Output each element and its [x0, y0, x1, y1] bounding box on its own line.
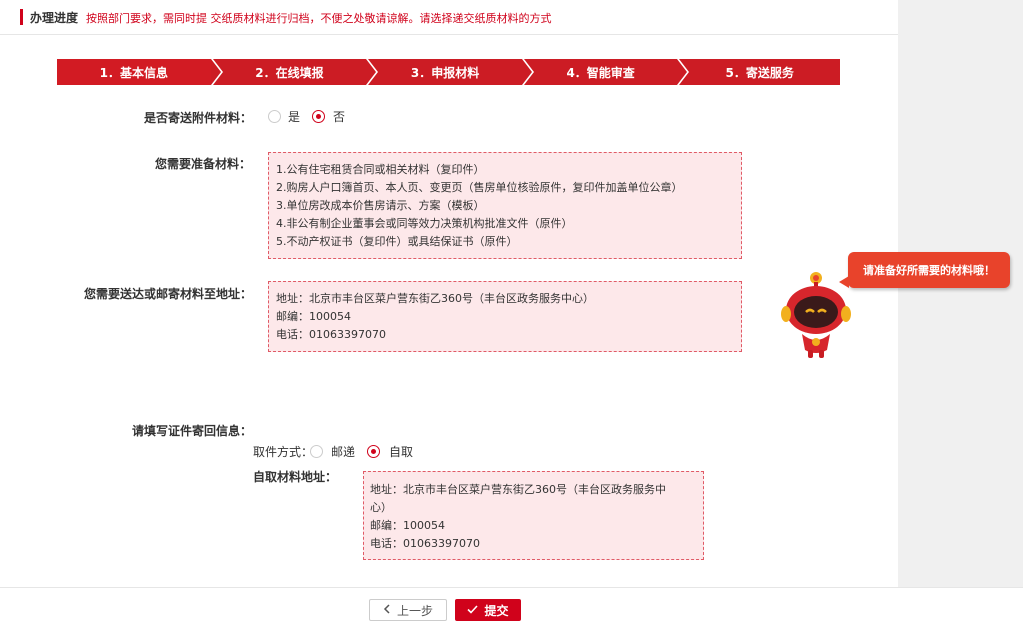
radio-pickup-self-label: 自取	[389, 445, 414, 459]
pickup-postcode-line: 邮编：100054	[370, 519, 445, 532]
step-label: 5．寄送服务	[725, 65, 794, 80]
pickup-address-line: 地址：北京市丰台区菜户营东街乙360号（丰台区政务服务中	[370, 483, 666, 496]
materials-label: 您需要准备材料：	[155, 157, 252, 171]
step-label: 3．申报材料	[410, 65, 480, 80]
material-item: 2.购房人户口簿首页、本人页、变更页（售房单位核验原件，复印件加盖单位公章）	[276, 181, 683, 194]
step-label: 1．基本信息	[99, 65, 168, 80]
self-pickup-address-label: 自取材料地址：	[253, 470, 338, 484]
notice-bar: 办理进度 按照部门要求，需同时提 交纸质材料进行归档，不便之处敬请谅解。请选择递…	[0, 0, 898, 35]
mail-phone-line: 电话：01063397070	[276, 328, 386, 341]
step-basic-info: 1．基本信息	[57, 59, 221, 85]
notice-title: 办理进度	[30, 11, 79, 25]
pickup-address-line-cont: 心）	[370, 501, 392, 514]
pickup-phone-line: 电话：01063397070	[370, 537, 480, 550]
prev-step-label: 上一步	[396, 603, 433, 618]
assistant-bubble-text: 请准备好所需要的材料哦！	[863, 264, 995, 277]
mail-address-box: 地址：北京市丰台区菜户营东街乙360号（丰台区政务服务中心） 邮编：100054…	[268, 281, 742, 352]
material-item: 1.公有住宅租赁合同或相关材料（复印件）	[276, 163, 485, 176]
mail-postcode-line: 邮编：100054	[276, 310, 351, 323]
radio-pickup-mail-label: 邮递	[331, 445, 356, 459]
assistant-speech-bubble: 请准备好所需要的材料哦！	[839, 252, 1010, 288]
step-label: 2．在线填报	[255, 65, 324, 80]
pickup-method-label: 取件方式：	[253, 445, 314, 459]
check-icon	[467, 603, 479, 617]
notice-message: 按照部门要求，需同时提 交纸质材料进行归档，不便之处敬请谅解。请选择递交纸质材料…	[86, 12, 552, 25]
radio-send-yes[interactable]	[268, 110, 281, 123]
radio-send-no-label: 否	[333, 110, 346, 124]
mail-address-line: 地址：北京市丰台区菜户营东街乙360号（丰台区政务服务中心）	[276, 292, 594, 305]
material-item: 3.单位房改成本价售房请示、方案（模板）	[276, 199, 485, 212]
material-item: 5.不动产权证书（复印件）或具结保证书（原件）	[276, 235, 518, 248]
step-delivery: 5．寄送服务	[679, 59, 840, 85]
send-attachments-label: 是否寄送附件材料：	[144, 111, 253, 125]
radio-send-yes-label: 是	[288, 110, 301, 124]
step-materials: 3．申报材料	[368, 59, 532, 85]
return-info-label: 请填写证件寄回信息：	[132, 424, 253, 438]
materials-box: 1.公有住宅租赁合同或相关材料（复印件） 2.购房人户口簿首页、本人页、变更页（…	[268, 152, 742, 259]
submit-button[interactable]: 提交	[455, 599, 521, 621]
prev-step-button[interactable]: 上一步	[369, 599, 447, 621]
step-label: 4．智能审查	[566, 65, 635, 80]
radio-pickup-self[interactable]	[367, 445, 380, 458]
submit-label: 提交	[484, 603, 509, 618]
progress-steps: 1．基本信息 2．在线填报 3．申报材料 4．智能审查 5．寄送服务	[57, 59, 840, 85]
step-review: 4．智能审查	[523, 59, 688, 85]
mail-address-label: 您需要送达或邮寄材料至地址：	[84, 287, 253, 301]
chevron-left-icon	[383, 603, 391, 617]
step-online-form: 2．在线填报	[212, 59, 376, 85]
radio-pickup-mail[interactable]	[310, 445, 323, 458]
material-item: 4.非公有制企业董事会或同等效力决策机构批准文件（原件）	[276, 217, 573, 230]
self-pickup-address-box: 地址：北京市丰台区菜户营东街乙360号（丰台区政务服务中 心） 邮编：10005…	[363, 471, 704, 560]
notice-accent-bar	[20, 9, 23, 25]
radio-send-no[interactable]	[312, 110, 325, 123]
